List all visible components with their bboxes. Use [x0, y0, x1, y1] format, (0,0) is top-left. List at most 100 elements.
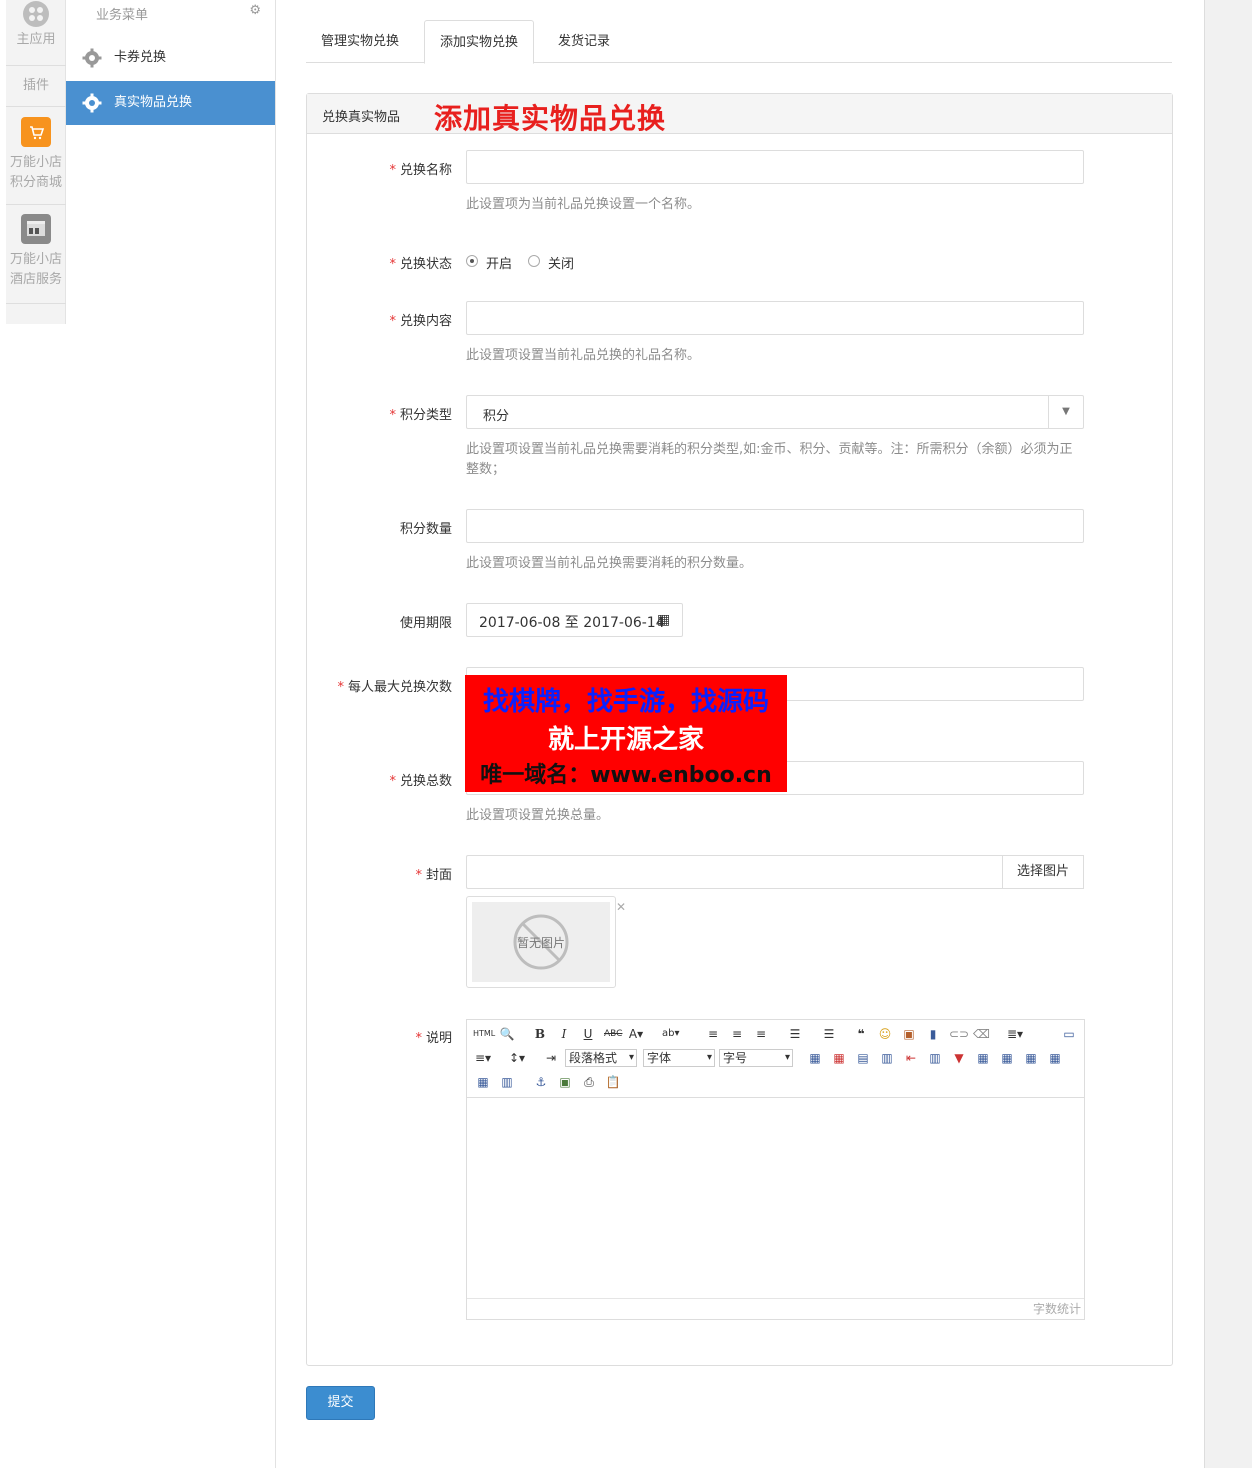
credit-type-value: 积分 [483, 409, 510, 424]
font-size-select[interactable]: 字号 [719, 1049, 793, 1067]
tab-add-exchange[interactable]: 添加实物兑换 [424, 20, 535, 64]
table-icon[interactable]: ▦ [807, 1050, 823, 1066]
ordered-list-icon[interactable]: ☰ [787, 1026, 803, 1042]
name-help: 此设置项为当前礼品兑换设置一个名称。 [466, 197, 701, 212]
indent-icon[interactable]: ⇥ [543, 1050, 559, 1066]
rail-item-main-app[interactable]: 主应用 [6, 0, 66, 50]
video-icon[interactable]: ▮ [925, 1026, 941, 1042]
overlay-title: 添加真实物品兑换 [434, 102, 667, 135]
image-icon[interactable]: ▣ [901, 1026, 917, 1042]
font-select[interactable]: 字体 [643, 1049, 715, 1067]
anchor-icon[interactable]: ⚓ [533, 1074, 549, 1090]
content-label: * 兑换内容 [389, 314, 452, 329]
rail-label-line2: 酒店服务 [9, 272, 62, 287]
rail-label-plugins: 插件 [22, 78, 49, 93]
rail-divider [6, 204, 66, 205]
highlight-icon[interactable]: ab▾ [662, 1026, 680, 1042]
credit-amount-input[interactable] [466, 509, 1084, 543]
ad-banner: 找棋牌，找手游，找源码 就上开源之家 唯一域名：www.enboo.cn [465, 675, 787, 792]
merge-cells-icon[interactable]: ▦ [975, 1050, 991, 1066]
insert-col-icon[interactable]: ▥ [927, 1050, 943, 1066]
text-direction-icon[interactable]: ≡▾ [475, 1050, 491, 1066]
word-count: 字数统计 [1032, 1302, 1081, 1316]
fullscreen-icon[interactable]: ▭ [1061, 1026, 1077, 1042]
content-input[interactable] [466, 301, 1084, 335]
strikethrough-icon[interactable]: ABC [604, 1026, 622, 1042]
no-image-placeholder: 暂无图片 [472, 902, 610, 982]
remove-image-icon[interactable]: ✕ [616, 900, 626, 914]
unordered-list-icon[interactable]: ☰ [821, 1026, 837, 1042]
grid-icon [23, 1, 49, 27]
rail-item-plugins[interactable]: 插件 [6, 76, 66, 96]
insert-image-icon[interactable]: ▣ [557, 1074, 573, 1090]
html-source-icon[interactable]: HTML [473, 1026, 495, 1042]
calendar-icon: ▦ [657, 612, 671, 628]
rail-divider [6, 303, 66, 304]
credit-amount-label: 积分数量 [399, 522, 452, 537]
shopping-cart-icon [21, 117, 51, 147]
menu-title: 业务菜单 [96, 8, 149, 23]
delete-row-icon[interactable]: ⇤ [903, 1050, 919, 1066]
ad-line-2: 就上开源之家 [547, 725, 704, 755]
status-on-radio[interactable] [466, 255, 478, 267]
gear-icon [82, 93, 102, 113]
bold-icon[interactable]: B [532, 1026, 548, 1042]
paragraph-select[interactable]: 段落格式 [565, 1049, 637, 1067]
split-cells-icon[interactable]: ▦ [1047, 1050, 1063, 1066]
insert-row-icon[interactable]: ▥ [879, 1050, 895, 1066]
menu-item-real-goods-exchange[interactable]: 真实物品兑换 [66, 81, 275, 125]
name-label: * 兑换名称 [389, 163, 452, 178]
merge-down-icon[interactable]: ▦ [1023, 1050, 1039, 1066]
gear-icon[interactable]: ⚙ [249, 3, 261, 18]
font-color-icon[interactable]: A▾ [628, 1026, 644, 1042]
table-title-icon[interactable]: ▤ [855, 1050, 871, 1066]
merge-right-icon[interactable]: ▦ [999, 1050, 1015, 1066]
name-input[interactable] [466, 150, 1084, 184]
rail-item-shop-points[interactable]: 万能小店 积分商城 [6, 117, 66, 193]
business-menu: 业务菜单 ⚙ 卡券兑换 真实物品兑换 [66, 0, 276, 1468]
status-off-radio[interactable] [528, 255, 540, 267]
tab-bar: 管理实物兑换 添加实物兑换 发货记录 [306, 20, 1172, 64]
tab-manage-exchange[interactable]: 管理实物兑换 [306, 20, 414, 63]
period-picker[interactable]: 2017-06-08 至 2017-06-14 ▦ [466, 603, 683, 637]
panel-title: 兑换真实物品 [322, 110, 401, 125]
submit-button[interactable]: 提交 [306, 1386, 375, 1420]
align-right-icon[interactable]: ≡ [753, 1026, 769, 1042]
link-icon[interactable]: ⊂⊃ [949, 1026, 969, 1042]
split-rows-icon[interactable]: ▦ [475, 1074, 491, 1090]
choose-image-button[interactable]: 选择图片 [1002, 855, 1084, 889]
right-scroll-area [1204, 0, 1252, 1468]
line-height-icon[interactable]: ≣▾ [1007, 1026, 1023, 1042]
credit-type-select[interactable]: 积分 ▼ [466, 395, 1084, 429]
no-image-text: 暂无图片 [516, 936, 565, 950]
delete-col-icon[interactable]: ▼ [951, 1050, 967, 1066]
split-cols-icon[interactable]: ▥ [499, 1074, 515, 1090]
rich-text-editor[interactable]: HTML 🔍 B I U ABC A▾ ab▾ ≡ ≡ ≡ ☰ ☰ ❝ ☺ ▣ … [466, 1019, 1085, 1320]
row-spacing-icon[interactable]: ↕▾ [509, 1050, 525, 1066]
rail-item-shop-hotel[interactable]: 万能小店 酒店服务 [6, 214, 66, 290]
desc-label: * 说明 [415, 1031, 452, 1046]
underline-icon[interactable]: U [580, 1026, 596, 1042]
rail-label-line2: 积分商城 [9, 175, 62, 190]
preview-icon[interactable]: 🔍 [499, 1026, 515, 1042]
italic-icon[interactable]: I [556, 1026, 572, 1042]
panel-header: 兑换真实物品 添加真实物品兑换 [307, 94, 1172, 135]
emoji-icon[interactable]: ☺ [877, 1026, 893, 1042]
editor-toolbar: HTML 🔍 B I U ABC A▾ ab▾ ≡ ≡ ≡ ☰ ☰ ❝ ☺ ▣ … [467, 1020, 1084, 1098]
status-on-label: 开启 [486, 257, 513, 272]
print-icon[interactable]: ⎙ [581, 1074, 597, 1090]
paste-icon[interactable]: 📋 [605, 1074, 621, 1090]
align-center-icon[interactable]: ≡ [729, 1026, 745, 1042]
align-left-icon[interactable]: ≡ [705, 1026, 721, 1042]
eraser-icon[interactable]: ⌫ [973, 1026, 990, 1042]
tab-shipping-records[interactable]: 发货记录 [543, 20, 625, 63]
table-delete-icon[interactable]: ▦ [831, 1050, 847, 1066]
rail-divider [6, 106, 66, 107]
cover-preview: 暂无图片 [466, 896, 616, 988]
quote-icon[interactable]: ❝ [853, 1026, 869, 1042]
editor-footer [467, 1298, 1084, 1319]
menu-item-card-exchange[interactable]: 卡券兑换 [66, 36, 275, 80]
cover-input[interactable] [466, 855, 1003, 889]
credit-type-label: * 积分类型 [389, 408, 452, 423]
menu-item-label: 卡券兑换 [114, 50, 167, 65]
